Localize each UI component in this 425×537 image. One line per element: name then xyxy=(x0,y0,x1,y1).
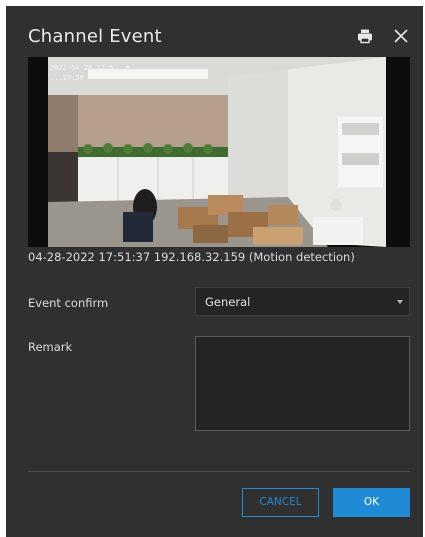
event-confirm-label: Event confirm xyxy=(28,296,109,310)
close-icon[interactable] xyxy=(392,27,410,45)
event-confirm-value: General xyxy=(205,295,251,309)
video-overlay-line2: ...17:50 xyxy=(50,74,84,82)
print-icon[interactable] xyxy=(357,28,373,44)
remark-input[interactable] xyxy=(195,336,410,431)
chevron-down-icon xyxy=(397,300,403,304)
channel-event-dialog: Channel Event 2022-04-28 17:5...6 ...17:… xyxy=(6,6,423,537)
event-confirm-select[interactable]: General xyxy=(195,287,410,316)
ok-button[interactable]: OK xyxy=(333,488,410,517)
camera-snapshot: 2022-04-28 17:5...6 ...17:50 xyxy=(28,57,410,247)
footer-divider xyxy=(28,471,410,472)
video-timestamp-overlay: 2022-04-28 17:5...6 xyxy=(50,64,131,72)
dialog-title: Channel Event xyxy=(28,26,162,47)
cancel-button[interactable]: CANCEL xyxy=(242,488,319,517)
remark-label: Remark xyxy=(28,340,73,354)
event-caption: 04-28-2022 17:51:37 192.168.32.159 (Moti… xyxy=(28,250,355,264)
